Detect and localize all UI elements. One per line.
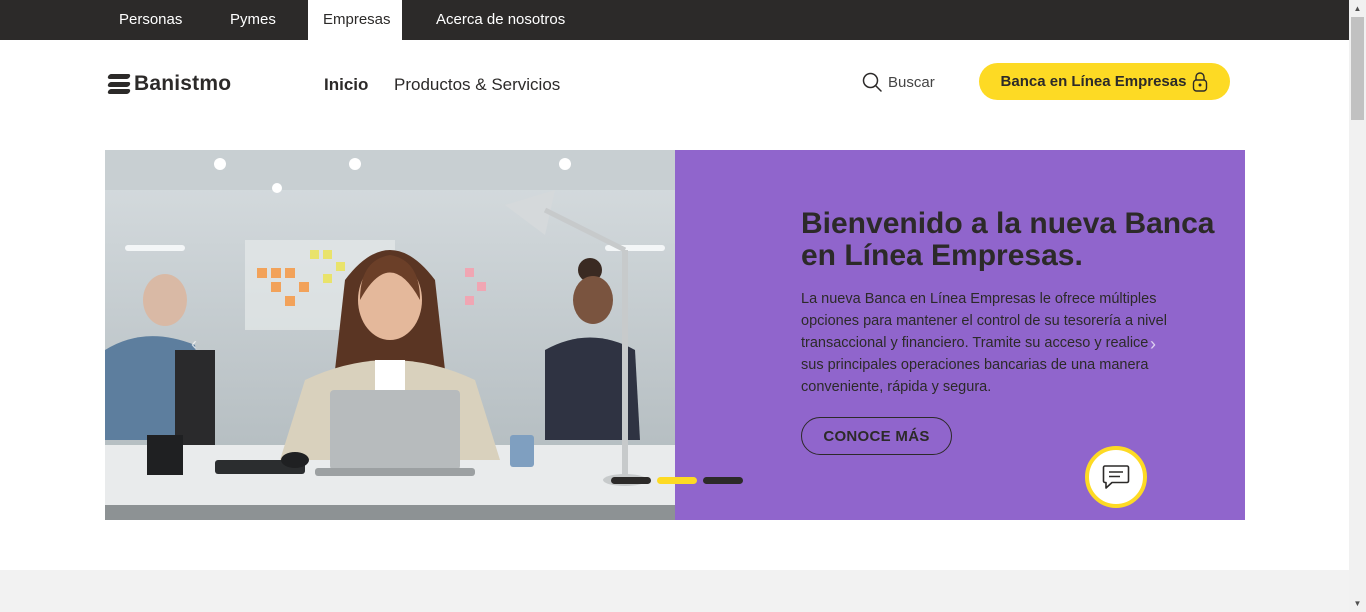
logo[interactable]: Banistmo bbox=[107, 70, 232, 98]
segment-bar: Personas Pymes Empresas Acerca de nosotr… bbox=[0, 0, 1349, 40]
search-button[interactable]: Buscar bbox=[862, 72, 935, 92]
hero-description: La nueva Banca en Línea Empresas le ofre… bbox=[801, 291, 1167, 395]
scroll-down-arrow-icon[interactable]: ▼ bbox=[1349, 595, 1366, 612]
main-header: Banistmo Inicio Productos & Servicios Bu… bbox=[0, 40, 1349, 120]
segment-pymes[interactable]: Pymes bbox=[230, 0, 276, 40]
scroll-up-arrow-icon[interactable]: ▲ bbox=[1349, 0, 1366, 17]
online-banking-label: Banca en Línea Empresas bbox=[1000, 73, 1187, 90]
nav-inicio[interactable]: Inicio bbox=[324, 75, 368, 95]
segment-acerca[interactable]: Acerca de nosotros bbox=[436, 0, 565, 40]
page-scrollbar[interactable]: ▲ ▼ bbox=[1349, 0, 1366, 612]
online-banking-button[interactable]: Banca en Línea Empresas bbox=[979, 63, 1230, 100]
segment-empresas[interactable]: Empresas bbox=[308, 0, 402, 40]
hero-title: Bienvenido a la nueva Banca en Línea Emp… bbox=[801, 207, 1215, 272]
carousel-dot-3[interactable] bbox=[703, 477, 743, 484]
hero-panel: Bienvenido a la nueva Banca en Línea Emp… bbox=[675, 150, 1245, 520]
carousel-dot-2[interactable] bbox=[657, 477, 697, 484]
carousel-indicators bbox=[611, 477, 743, 484]
conoce-mas-button[interactable]: CONOCE MÁS bbox=[801, 417, 952, 455]
section-band bbox=[0, 570, 1349, 612]
chat-button[interactable] bbox=[1085, 446, 1147, 508]
search-icon bbox=[862, 72, 882, 92]
search-label: Buscar bbox=[888, 73, 935, 91]
lock-icon bbox=[1193, 71, 1208, 92]
scroll-thumb[interactable] bbox=[1351, 17, 1364, 120]
logo-mark-icon bbox=[107, 73, 131, 95]
logo-text: Banistmo bbox=[134, 72, 232, 95]
segment-personas[interactable]: Personas bbox=[119, 0, 182, 40]
nav-productos-servicios[interactable]: Productos & Servicios bbox=[394, 75, 560, 95]
hero-carousel: Bienvenido a la nueva Banca en Línea Emp… bbox=[105, 150, 1245, 520]
chevron-right-icon[interactable]: › bbox=[1150, 334, 1156, 355]
chat-icon bbox=[1102, 465, 1130, 489]
carousel-dot-1[interactable] bbox=[611, 477, 651, 484]
chevron-left-icon[interactable]: ‹ bbox=[191, 334, 197, 355]
